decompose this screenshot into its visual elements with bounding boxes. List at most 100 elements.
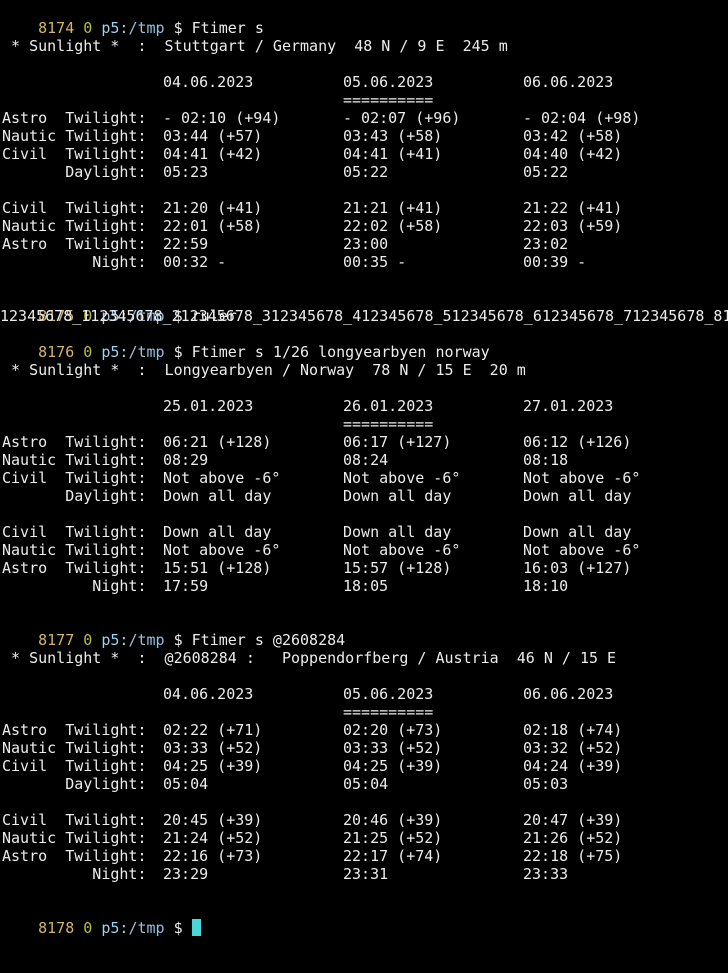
- exit-status: 0: [83, 19, 93, 37]
- value-cell: 21:25 (+52): [343, 829, 443, 847]
- command: Ftimer s @2608284: [191, 631, 346, 649]
- value-cell: 23:33: [523, 865, 569, 883]
- prompt-line: 8176 0 p5:/tmp $ Ftimer s 1/26 longyearb…: [2, 325, 490, 361]
- value-cell: - 02:07 (+96): [343, 109, 461, 127]
- value-cell: 18:10: [523, 577, 569, 595]
- value-cell: Not above -6°: [343, 469, 461, 487]
- data-row: Nautic Twilight: Not above -6° Not above…: [2, 541, 722, 559]
- path: /tmp: [128, 19, 165, 37]
- command: Ftimer s: [191, 19, 264, 37]
- data-row: Daylight: 05:23 05:22 05:22: [2, 163, 722, 181]
- path: /tmp: [128, 631, 165, 649]
- value-cell: 08:18: [523, 451, 569, 469]
- value-cell: 04:41 (+42): [163, 145, 263, 163]
- data-row: Astro Twilight: 06:21 (+128) 06:17 (+127…: [2, 433, 722, 451]
- row-label: Nautic Twilight:: [2, 451, 147, 469]
- data-row: Nautic Twilight: 21:24 (+52) 21:25 (+52)…: [2, 829, 722, 847]
- value-cell: 04:41 (+41): [343, 145, 443, 163]
- data-row: Nautic Twilight: 22:01 (+58) 22:02 (+58)…: [2, 217, 722, 235]
- date-cell: 26.01.2023: [343, 397, 434, 415]
- today-underline-row: ==========: [2, 703, 722, 721]
- row-label: Civil Twilight:: [2, 523, 147, 541]
- row-label: Astro Twilight:: [2, 235, 147, 253]
- value-cell: 23:31: [343, 865, 389, 883]
- row-label: Civil Twilight:: [2, 469, 147, 487]
- value-cell: 03:44 (+57): [163, 127, 263, 145]
- value-cell: 06:17 (+127): [343, 433, 452, 451]
- data-row: Astro Twilight: - 02:10 (+94) - 02:07 (+…: [2, 109, 722, 127]
- date-cell: 05.06.2023: [343, 73, 434, 91]
- data-row: Astro Twilight: 22:16 (+73) 22:17 (+74) …: [2, 847, 722, 865]
- value-cell: 05:03: [523, 775, 569, 793]
- value-cell: 03:33 (+52): [343, 739, 443, 757]
- data-row: Astro Twilight: 02:22 (+71) 02:20 (+73) …: [2, 721, 722, 739]
- row-label: Night:: [2, 253, 147, 271]
- date-cell: 06.06.2023: [523, 685, 614, 703]
- value-cell: 05:04: [343, 775, 389, 793]
- value-cell: 21:20 (+41): [163, 199, 263, 217]
- history-number: 8177: [38, 631, 75, 649]
- row-label: Daylight:: [2, 487, 147, 505]
- value-cell: 04:40 (+42): [523, 145, 623, 163]
- row-label: Nautic Twilight:: [2, 127, 147, 145]
- row-label: Daylight:: [2, 163, 147, 181]
- data-row: Civil Twilight: Down all day Down all da…: [2, 523, 722, 541]
- value-cell: 05:04: [163, 775, 209, 793]
- row-label: Astro Twilight:: [2, 109, 147, 127]
- value-cell: Not above -6°: [163, 469, 281, 487]
- value-cell: Down all day: [343, 487, 452, 505]
- data-row: Nautic Twilight: 03:44 (+57) 03:43 (+58)…: [2, 127, 722, 145]
- prompt-line: 8177 0 p5:/tmp $ Ftimer s @2608284: [2, 613, 345, 649]
- value-cell: 06:12 (+126): [523, 433, 632, 451]
- value-cell: 06:21 (+128): [163, 433, 272, 451]
- date-cell: 06.06.2023: [523, 73, 614, 91]
- value-cell: 03:33 (+52): [163, 739, 263, 757]
- value-cell: 02:18 (+74): [523, 721, 623, 739]
- row-label: Civil Twilight:: [2, 757, 147, 775]
- active-prompt-line[interactable]: 8178 0 p5:/tmp $: [2, 901, 201, 937]
- today-underline: ==========: [343, 91, 434, 109]
- data-row: Night: 23:29 23:31 23:33: [2, 865, 722, 883]
- value-cell: 05:22: [343, 163, 389, 181]
- data-row: Civil Twilight: 04:41 (+42) 04:41 (+41) …: [2, 145, 722, 163]
- sunlight-header: * Sunlight * : Stuttgart / Germany 48 N …: [2, 37, 508, 55]
- value-cell: Down all day: [163, 487, 272, 505]
- value-cell: 08:29: [163, 451, 209, 469]
- command: Ftimer s 1/26 longyearbyen norway: [191, 343, 490, 361]
- exit-status: 0: [83, 631, 93, 649]
- data-row: Civil Twilight: 21:20 (+41) 21:21 (+41) …: [2, 199, 722, 217]
- value-cell: - 02:04 (+98): [523, 109, 641, 127]
- row-label: Night:: [2, 577, 147, 595]
- row-label: Nautic Twilight:: [2, 541, 147, 559]
- value-cell: Down all day: [163, 523, 272, 541]
- cursor[interactable]: [191, 919, 201, 936]
- date-row: 04.06.2023 05.06.2023 06.06.2023: [2, 73, 722, 91]
- date-cell: 27.01.2023: [523, 397, 614, 415]
- value-cell: 23:00: [343, 235, 389, 253]
- data-row: Nautic Twilight: 03:33 (+52) 03:33 (+52)…: [2, 739, 722, 757]
- value-cell: 21:22 (+41): [523, 199, 623, 217]
- sunlight-header: * Sunlight * : Longyearbyen / Norway 78 …: [2, 361, 526, 379]
- value-cell: Down all day: [523, 487, 632, 505]
- data-row: Civil Twilight: 04:25 (+39) 04:25 (+39) …: [2, 757, 722, 775]
- data-row: Civil Twilight: 20:45 (+39) 20:46 (+39) …: [2, 811, 722, 829]
- value-cell: 05:22: [523, 163, 569, 181]
- row-label: Nautic Twilight:: [2, 217, 147, 235]
- row-label: Nautic Twilight:: [2, 739, 147, 757]
- prompt-symbol: $: [173, 19, 183, 37]
- value-cell: 04:24 (+39): [523, 757, 623, 775]
- data-row: Night: 00:32 - 00:35 - 00:39 -: [2, 253, 722, 271]
- value-cell: 22:01 (+58): [163, 217, 263, 235]
- value-cell: 20:47 (+39): [523, 811, 623, 829]
- prompt-line: 8174 0 p5:/tmp $ Ftimer s: [2, 1, 264, 37]
- value-cell: - 02:10 (+94): [163, 109, 281, 127]
- row-label: Astro Twilight:: [2, 721, 147, 739]
- history-number: 8176: [38, 343, 75, 361]
- value-cell: Down all day: [343, 523, 452, 541]
- host: p5:: [101, 343, 129, 361]
- data-row: Astro Twilight: 22:59 23:00 23:02: [2, 235, 722, 253]
- value-cell: 04:25 (+39): [163, 757, 263, 775]
- value-cell: 20:46 (+39): [343, 811, 443, 829]
- value-cell: 20:45 (+39): [163, 811, 263, 829]
- value-cell: 22:17 (+74): [343, 847, 443, 865]
